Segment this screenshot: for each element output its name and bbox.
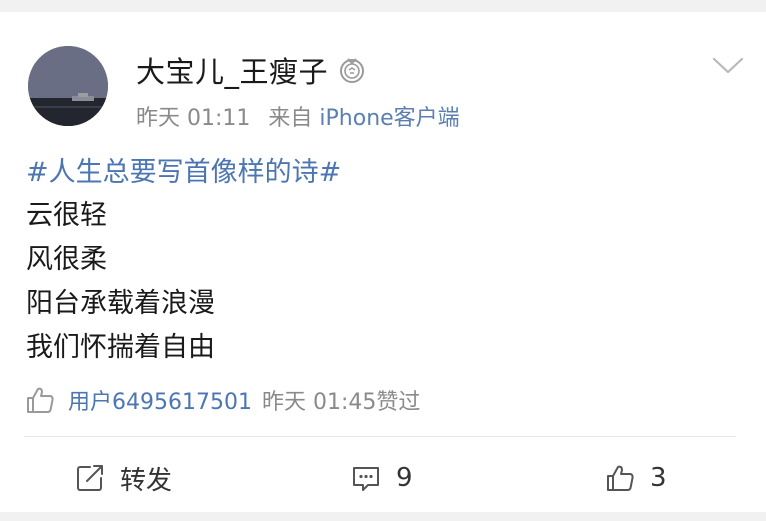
- author-name[interactable]: 大宝儿_王瘦子: [136, 49, 328, 91]
- post-meta: 昨天 01:11 来自 iPhone客户端: [136, 100, 460, 132]
- post-line: 阳台承载着浪漫: [26, 288, 215, 319]
- post-line: 风很柔: [26, 244, 107, 275]
- chevron-down-icon[interactable]: [708, 50, 748, 80]
- post-source: 来自 iPhone客户端: [268, 100, 459, 132]
- action-bar: 转发 9 3: [0, 458, 766, 498]
- thumbs-up-icon: [27, 387, 54, 413]
- avatar-seaside-image: [28, 46, 108, 126]
- medal-badge-icon[interactable]: [338, 56, 366, 84]
- repost-label: 转发: [120, 465, 173, 496]
- liked-by-user[interactable]: 用户6495617501: [68, 384, 252, 416]
- avatar[interactable]: [28, 46, 108, 126]
- like-thumb-icon: [607, 465, 634, 491]
- divider: [24, 436, 736, 437]
- repost-button[interactable]: 转发: [74, 458, 172, 498]
- post-time: 昨天 01:11: [136, 106, 251, 131]
- weibo-post-card: 大宝儿_王瘦子 昨天 01:11 来自 iPhone客户端 #人生总要写首像样的…: [0, 12, 766, 512]
- liked-by-time: 昨天 01:45: [261, 390, 377, 415]
- liked-by-row: 用户6495617501 昨天 01:45 赞过: [24, 382, 420, 418]
- comment-count: 9: [396, 463, 413, 493]
- topic-hashtag[interactable]: #人生总要写首像样的诗#: [26, 152, 341, 194]
- source-app[interactable]: iPhone客户端: [319, 106, 459, 131]
- repost-icon: [77, 465, 103, 491]
- comment-icon: [353, 467, 379, 491]
- like-button[interactable]: 3: [604, 458, 667, 498]
- post-line: 云很轻: [26, 200, 107, 231]
- source-prefix: 来自: [268, 106, 313, 131]
- liked-by-action: 赞过: [376, 390, 421, 415]
- like-count: 3: [650, 463, 667, 493]
- comment-button[interactable]: 9: [350, 458, 413, 498]
- post-line: 我们怀揣着自由: [26, 332, 215, 363]
- author-row: 大宝儿_王瘦子: [136, 49, 366, 91]
- post-body: #人生总要写首像样的诗# 云很轻 风很柔 阳台承载着浪漫 我们怀揣着自由: [26, 152, 341, 370]
